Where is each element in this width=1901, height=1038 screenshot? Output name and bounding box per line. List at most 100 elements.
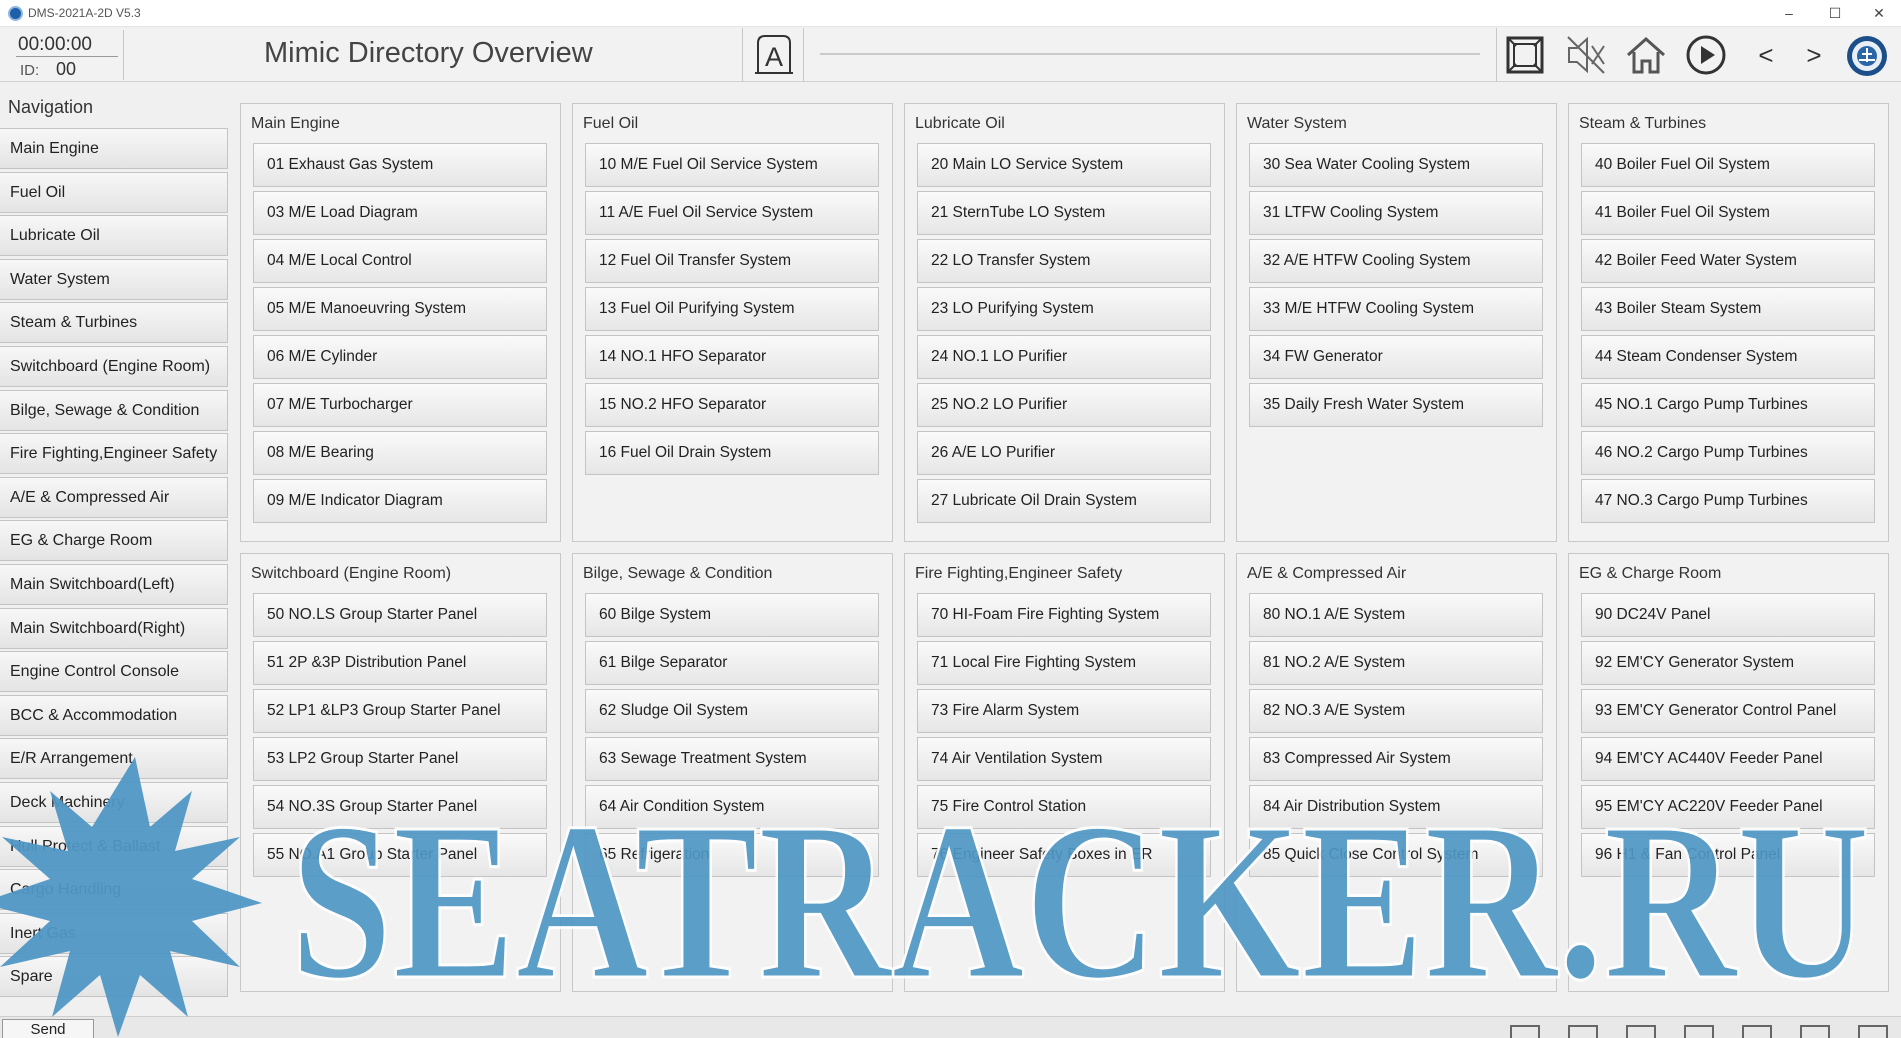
mimic-page-button[interactable]: 30 Sea Water Cooling System bbox=[1249, 143, 1543, 187]
printer-icon[interactable] bbox=[1800, 1025, 1830, 1038]
nav-item[interactable]: Hull Protect & Ballast bbox=[0, 825, 228, 867]
mimic-page-button[interactable]: 21 SternTube LO System bbox=[917, 191, 1211, 235]
mimic-page-button[interactable]: 95 EM'CY AC220V Feeder Panel bbox=[1581, 785, 1875, 829]
nav-item[interactable]: Deck Machinery bbox=[0, 781, 228, 823]
settings-icon[interactable] bbox=[1858, 1025, 1888, 1038]
alarm-button[interactable]: A bbox=[742, 28, 804, 82]
nav-item[interactable]: Steam & Turbines bbox=[0, 302, 228, 344]
mimic-page-button[interactable]: 74 Air Ventilation System bbox=[917, 737, 1211, 781]
mimic-page-button[interactable]: 51 2P &3P Distribution Panel bbox=[253, 641, 547, 685]
mimic-page-button[interactable]: 83 Compressed Air System bbox=[1249, 737, 1543, 781]
mimic-page-button[interactable]: 81 NO.2 A/E System bbox=[1249, 641, 1543, 685]
mimic-page-button[interactable]: 93 EM'CY Generator Control Panel bbox=[1581, 689, 1875, 733]
mimic-page-button[interactable]: 61 Bilge Separator bbox=[585, 641, 879, 685]
nav-item[interactable]: Bilge, Sewage & Condition bbox=[0, 389, 228, 431]
mimic-page-button[interactable]: 82 NO.3 A/E System bbox=[1249, 689, 1543, 733]
mimic-page-button[interactable]: 45 NO.1 Cargo Pump Turbines bbox=[1581, 383, 1875, 427]
mimic-page-button[interactable]: 50 NO.LS Group Starter Panel bbox=[253, 593, 547, 637]
mimic-page-button[interactable]: 23 LO Purifying System bbox=[917, 287, 1211, 331]
mimic-page-button[interactable]: 24 NO.1 LO Purifier bbox=[917, 335, 1211, 379]
mimic-page-button[interactable]: 32 A/E HTFW Cooling System bbox=[1249, 239, 1543, 283]
mimic-page-button[interactable]: 20 Main LO Service System bbox=[917, 143, 1211, 187]
mimic-page-button[interactable]: 85 Quick Close Control System bbox=[1249, 833, 1543, 877]
mimic-page-button[interactable]: 26 A/E LO Purifier bbox=[917, 431, 1211, 475]
mimic-page-button[interactable]: 54 NO.3S Group Starter Panel bbox=[253, 785, 547, 829]
mimic-page-button[interactable]: 80 NO.1 A/E System bbox=[1249, 593, 1543, 637]
mimic-page-button[interactable]: 92 EM'CY Generator System bbox=[1581, 641, 1875, 685]
mimic-page-button[interactable]: 25 NO.2 LO Purifier bbox=[917, 383, 1211, 427]
folder-icon[interactable] bbox=[1742, 1025, 1772, 1038]
nav-item[interactable]: Main Engine bbox=[0, 128, 228, 169]
mimic-page-button[interactable]: 41 Boiler Fuel Oil System bbox=[1581, 191, 1875, 235]
mimic-page-button[interactable]: 73 Fire Alarm System bbox=[917, 689, 1211, 733]
forward-icon[interactable]: > bbox=[1793, 34, 1835, 76]
mimic-page-button[interactable]: 62 Sludge Oil System bbox=[585, 689, 879, 733]
mimic-page-button[interactable]: 14 NO.1 HFO Separator bbox=[585, 335, 879, 379]
nav-item[interactable]: Engine Control Console bbox=[0, 651, 228, 693]
mimic-page-button[interactable]: 13 Fuel Oil Purifying System bbox=[585, 287, 879, 331]
mimic-page-button[interactable]: 11 A/E Fuel Oil Service System bbox=[585, 191, 879, 235]
mimic-page-button[interactable]: 71 Local Fire Fighting System bbox=[917, 641, 1211, 685]
mute-icon[interactable] bbox=[1565, 34, 1607, 76]
mimic-page-button[interactable]: 42 Boiler Feed Water System bbox=[1581, 239, 1875, 283]
mimic-page-button[interactable]: 34 FW Generator bbox=[1249, 335, 1543, 379]
mimic-page-button[interactable]: 64 Air Condition System bbox=[585, 785, 879, 829]
mimic-page-button[interactable]: 84 Air Distribution System bbox=[1249, 785, 1543, 829]
screen-icon[interactable] bbox=[1568, 1025, 1598, 1038]
mimic-page-button[interactable]: 60 Bilge System bbox=[585, 593, 879, 637]
nav-item[interactable]: Water System bbox=[0, 258, 228, 300]
mimic-page-button[interactable]: 05 M/E Manoeuvring System bbox=[253, 287, 547, 331]
nav-item[interactable]: Inert Gas bbox=[0, 912, 228, 954]
mimic-page-button[interactable]: 07 M/E Turbocharger bbox=[253, 383, 547, 427]
mimic-page-button[interactable]: 43 Boiler Steam System bbox=[1581, 287, 1875, 331]
mimic-page-button[interactable]: 35 Daily Fresh Water System bbox=[1249, 383, 1543, 427]
view-3d-icon[interactable] bbox=[1510, 1025, 1540, 1038]
nav-item[interactable]: A/E & Compressed Air bbox=[0, 476, 228, 518]
play-icon[interactable] bbox=[1685, 34, 1727, 76]
mimic-page-button[interactable]: 10 M/E Fuel Oil Service System bbox=[585, 143, 879, 187]
maximize-button[interactable]: ☐ bbox=[1812, 0, 1858, 27]
nav-item[interactable]: E/R Arrangement bbox=[0, 738, 228, 780]
mimic-page-button[interactable]: 46 NO.2 Cargo Pump Turbines bbox=[1581, 431, 1875, 475]
mimic-page-button[interactable]: 47 NO.3 Cargo Pump Turbines bbox=[1581, 479, 1875, 523]
nav-item[interactable]: Switchboard (Engine Room) bbox=[0, 345, 228, 387]
nav-item[interactable]: Main Switchboard(Right) bbox=[0, 607, 228, 649]
home-icon[interactable] bbox=[1625, 34, 1667, 76]
mimic-page-button[interactable]: 09 M/E Indicator Diagram bbox=[253, 479, 547, 523]
minimize-button[interactable]: – bbox=[1766, 0, 1812, 27]
fullscreen-icon[interactable] bbox=[1504, 34, 1546, 76]
mimic-page-button[interactable]: 70 HI-Foam Fire Fighting System bbox=[917, 593, 1211, 637]
mimic-page-button[interactable]: 76 Engineer Safety Boxes in ER bbox=[917, 833, 1211, 877]
mimic-page-button[interactable]: 53 LP2 Group Starter Panel bbox=[253, 737, 547, 781]
nav-item[interactable]: Cargo Handling bbox=[0, 869, 228, 911]
mimic-page-button[interactable]: 90 DC24V Panel bbox=[1581, 593, 1875, 637]
mimic-page-button[interactable]: 08 M/E Bearing bbox=[253, 431, 547, 475]
nav-item[interactable]: Fuel Oil bbox=[0, 171, 228, 213]
mimic-page-button[interactable]: 75 Fire Control Station bbox=[917, 785, 1211, 829]
mimic-page-button[interactable]: 40 Boiler Fuel Oil System bbox=[1581, 143, 1875, 187]
mimic-page-button[interactable]: 96 H1 & Fan Control Panel bbox=[1581, 833, 1875, 877]
mimic-page-button[interactable]: 55 NO.A1 Group Starter Panel bbox=[253, 833, 547, 877]
document-icon[interactable] bbox=[1626, 1025, 1656, 1038]
mimic-page-button[interactable]: 44 Steam Condenser System bbox=[1581, 335, 1875, 379]
share-icon[interactable] bbox=[1684, 1025, 1714, 1038]
mimic-page-button[interactable]: 06 M/E Cylinder bbox=[253, 335, 547, 379]
mimic-page-button[interactable]: 04 M/E Local Control bbox=[253, 239, 547, 283]
nav-item[interactable]: Spare bbox=[0, 956, 228, 998]
nav-item[interactable]: BCC & Accommodation bbox=[0, 694, 228, 736]
mimic-page-button[interactable]: 01 Exhaust Gas System bbox=[253, 143, 547, 187]
mimic-page-button[interactable]: 27 Lubricate Oil Drain System bbox=[917, 479, 1211, 523]
mimic-page-button[interactable]: 52 LP1 &LP3 Group Starter Panel bbox=[253, 689, 547, 733]
nav-item[interactable]: Main Switchboard(Left) bbox=[0, 563, 228, 605]
send-button[interactable]: Send bbox=[2, 1019, 94, 1038]
mimic-page-button[interactable]: 31 LTFW Cooling System bbox=[1249, 191, 1543, 235]
nav-item[interactable]: Lubricate Oil bbox=[0, 215, 228, 257]
mimic-page-button[interactable]: 22 LO Transfer System bbox=[917, 239, 1211, 283]
mimic-page-button[interactable]: 03 M/E Load Diagram bbox=[253, 191, 547, 235]
mimic-page-button[interactable]: 94 EM'CY AC440V Feeder Panel bbox=[1581, 737, 1875, 781]
mimic-page-button[interactable]: 12 Fuel Oil Transfer System bbox=[585, 239, 879, 283]
mimic-page-button[interactable]: 16 Fuel Oil Drain System bbox=[585, 431, 879, 475]
nav-item[interactable]: EG & Charge Room bbox=[0, 520, 228, 562]
close-button[interactable]: ✕ bbox=[1856, 0, 1901, 27]
mimic-page-button[interactable]: 33 M/E HTFW Cooling System bbox=[1249, 287, 1543, 331]
